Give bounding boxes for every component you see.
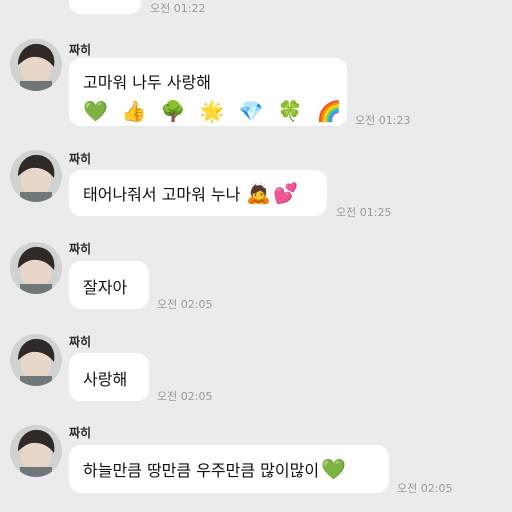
- green-heart-icon: 💚: [83, 99, 108, 123]
- avatar-image: [10, 39, 62, 91]
- emoji-row: 💚 👍 🌳 🌟 💎 🍀 🌈: [83, 99, 341, 123]
- avatar[interactable]: [10, 242, 62, 294]
- clover-icon: 🍀: [277, 99, 303, 123]
- message-text: 태어나줘서 고마워 누나: [83, 185, 241, 204]
- message-time: 오전 01:22: [150, 2, 206, 15]
- avatar-image: [10, 425, 62, 477]
- avatar[interactable]: [10, 334, 62, 386]
- message-time: 오전 01:25: [336, 206, 392, 219]
- message-time: 오전 01:23: [355, 114, 411, 127]
- sender-name: 짜히: [69, 426, 92, 440]
- message-bubble-previous[interactable]: [69, 0, 141, 14]
- message-time: 오전 02:05: [397, 482, 453, 495]
- sender-name: 짜히: [69, 43, 92, 57]
- message-bubble[interactable]: 태어나줘서 고마워 누나 🙇 💕: [69, 170, 327, 216]
- message-text: 잘자아: [83, 278, 128, 297]
- tree-icon: 🌳: [160, 99, 186, 123]
- message-bubble[interactable]: 잘자아: [69, 261, 149, 309]
- avatar[interactable]: [10, 425, 62, 477]
- message-text: 하늘만큼 땅만큼 우주만큼 많이많이: [83, 461, 320, 480]
- sender-name: 짜히: [69, 242, 92, 256]
- avatar-image: [10, 334, 62, 386]
- bowing-person-icon: 🙇: [246, 181, 272, 205]
- message-text: 사랑해: [83, 370, 128, 389]
- avatar-image: [10, 150, 62, 202]
- green-heart-icon: 💚: [321, 457, 346, 481]
- sender-name: 짜히: [69, 335, 92, 349]
- message-time: 오전 02:05: [157, 390, 213, 403]
- message-time: 오전 02:05: [157, 298, 213, 311]
- rainbow-icon: 🌈: [316, 99, 342, 123]
- message-text: 고마워 나두 사랑해: [83, 73, 211, 92]
- message-bubble[interactable]: 고마워 나두 사랑해 💚 👍 🌳 🌟 💎 🍀 🌈: [69, 58, 347, 126]
- avatar[interactable]: [10, 39, 62, 91]
- message-bubble[interactable]: 하늘만큼 땅만큼 우주만큼 많이많이 💚: [69, 445, 389, 493]
- star-icon: 🌟: [199, 99, 225, 123]
- avatar-image: [10, 242, 62, 294]
- gem-icon: 💎: [238, 99, 264, 123]
- avatar[interactable]: [10, 150, 62, 202]
- thumbs-up-icon: 👍: [121, 99, 147, 123]
- message-bubble[interactable]: 사랑해: [69, 353, 149, 401]
- sender-name: 짜히: [69, 152, 92, 166]
- chat-view: 오전 01:22 짜히 고마워 나두 사랑해 💚 👍 🌳 🌟 💎 🍀 🌈 오전 …: [0, 0, 512, 512]
- two-hearts-icon: 💕: [273, 181, 299, 205]
